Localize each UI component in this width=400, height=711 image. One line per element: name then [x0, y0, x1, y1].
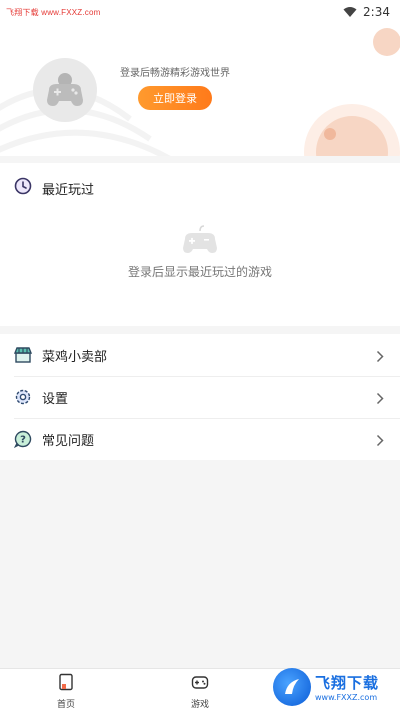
chevron-right-icon	[376, 348, 384, 367]
wifi-icon	[343, 3, 357, 22]
gamepad-avatar-icon	[47, 73, 83, 106]
recent-played-section: 最近玩过 登录后显示最近玩过的游戏	[0, 163, 400, 326]
empty-gamepad-icon	[181, 225, 219, 259]
watermark-text: 飞翔下载 www.FXXZ.com	[6, 7, 101, 17]
home-icon	[58, 673, 74, 695]
watermark-title: 飞翔下载	[315, 674, 380, 692]
menu-item-store[interactable]: 菜鸡小卖部	[0, 334, 400, 376]
empty-state-text: 登录后显示最近玩过的游戏	[127, 265, 272, 279]
menu-label-settings: 设置	[42, 391, 69, 407]
nav-label-home: 首页	[56, 700, 75, 710]
avatar[interactable]	[33, 58, 97, 122]
help-icon: ?	[14, 430, 32, 448]
nav-item-home[interactable]: 首页	[36, 673, 96, 710]
watermark-logo-icon	[273, 668, 311, 706]
profile-header: 登录后畅游精彩游戏世界 立即登录	[0, 24, 400, 156]
watermark-text-block: 飞翔下载 www.FXXZ.com	[315, 672, 379, 702]
login-button[interactable]: 立即登录	[138, 86, 212, 110]
nav-item-games[interactable]: 游戏	[170, 673, 230, 710]
recent-title: 最近玩过	[42, 182, 95, 198]
clock-icon	[14, 177, 32, 199]
login-prompt: 登录后畅游精彩游戏世界	[120, 68, 230, 79]
chevron-right-icon	[376, 432, 384, 451]
watermark-overlay: 飞翔下载 www.FXXZ.com	[273, 666, 393, 708]
recent-header: 最近玩过	[14, 177, 94, 199]
watermark-url: www.FXXZ.com	[315, 693, 378, 702]
chevron-right-icon	[376, 390, 384, 409]
status-indicators: 2:34	[343, 3, 390, 22]
gamepad-icon	[191, 673, 209, 695]
nav-label-games: 游戏	[190, 700, 209, 710]
menu-list: 菜鸡小卖部 设置 ? 常见问题	[0, 334, 400, 460]
status-time: 2:34	[363, 5, 390, 19]
svg-text:?: ?	[20, 435, 26, 446]
menu-label-faq: 常见问题	[42, 433, 95, 449]
menu-item-faq[interactable]: ? 常见问题	[0, 418, 400, 460]
menu-label-store: 菜鸡小卖部	[42, 349, 108, 365]
status-bar: 飞翔下载 www.FXXZ.com 2:34	[0, 0, 400, 24]
menu-item-settings[interactable]: 设置	[0, 376, 400, 418]
gear-icon	[14, 388, 32, 406]
store-icon	[14, 346, 32, 364]
